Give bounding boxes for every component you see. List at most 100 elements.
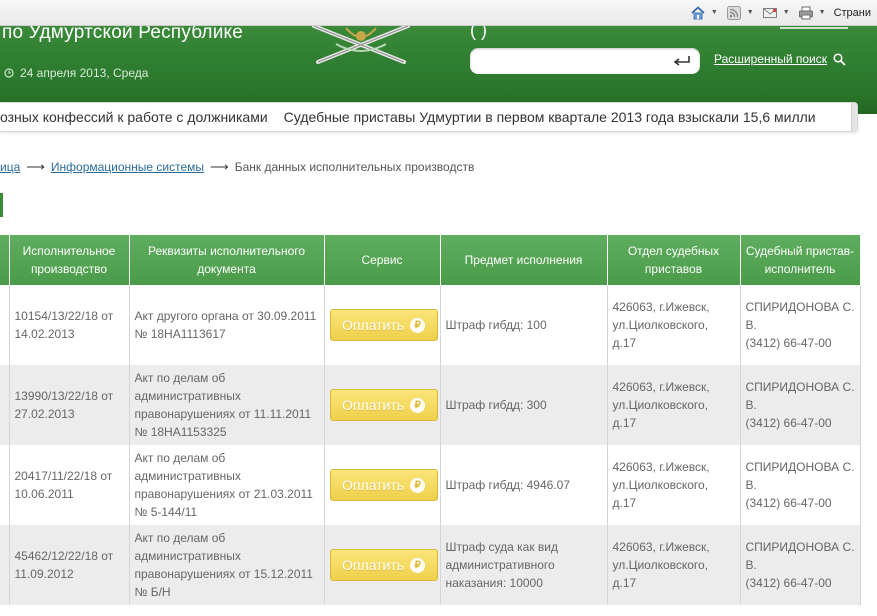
bailiff-phone: (3412) 66-47-00	[745, 416, 832, 430]
pay-button-label: Оплатить	[341, 557, 405, 573]
case-number-cell: 13990/13/22/18 от 27.02.2013	[9, 365, 130, 445]
breadcrumb-current: Банк данных исполнительных производств	[234, 160, 475, 174]
service-cell: Оплатить ₽	[324, 525, 441, 605]
search-box	[470, 48, 700, 74]
service-cell: Оплатить ₽	[324, 285, 441, 365]
magnifier-icon[interactable]	[833, 52, 846, 66]
emblem-crossed-swords-icon	[312, 26, 410, 64]
site-title: по Удмуртской Республике	[2, 26, 244, 43]
department-cell: 426063, г.Ижевск, ул.Циолковского, д.17	[607, 365, 741, 445]
ticker-news-item[interactable]: Судебные приставы Удмуртии в первом квар…	[284, 109, 816, 125]
breadcrumb: ица ⟶ Информационные системы ⟶ Банк данн…	[0, 159, 474, 175]
home-button[interactable]	[690, 5, 706, 20]
document-cell: Акт другого органа от 30.09.2011 № 18НА1…	[129, 285, 325, 365]
feeds-dropdown-icon[interactable]: ▼	[747, 9, 754, 16]
bailiff-phone: (3412) 66-47-00	[745, 336, 832, 350]
row-edge-cell	[0, 525, 10, 605]
current-date: 24 апреля 2013, Среда	[4, 66, 148, 80]
ticker-news-item[interactable]: озных конфессий к работе с должниками	[0, 109, 268, 125]
ruble-coin-icon: ₽	[410, 557, 426, 573]
department-cell: 426063, г.Ижевск, ул.Циолковского, д.17	[607, 525, 741, 605]
subject-cell: Штраф гибдд: 4946.07	[440, 445, 608, 525]
home-icon	[691, 5, 705, 19]
column-header-document: Реквизиты исполнительного документа	[129, 235, 325, 285]
pay-button-label: Оплатить	[341, 397, 405, 413]
subject-cell: Штраф гибдд: 300	[440, 365, 608, 445]
breadcrumb-home-link[interactable]: ица	[0, 160, 20, 174]
mail-button[interactable]	[762, 6, 778, 20]
service-cell: Оплатить ₽	[324, 445, 441, 525]
row-edge-cell	[0, 365, 10, 445]
bailiff-cell: СПИРИДОНОВА С. В. (3412) 66-47-00	[740, 365, 861, 445]
table-row: 13990/13/22/18 от 27.02.2013 Акт по делам…	[0, 365, 861, 445]
subject-cell: Штраф гибдд: 100	[440, 285, 608, 365]
ruble-coin-icon: ₽	[410, 317, 426, 333]
column-header-service: Сервис	[324, 235, 441, 285]
bailiff-name: СПИРИДОНОВА С. В.	[745, 540, 855, 572]
advanced-search-link[interactable]: Расширенный поиск	[714, 52, 827, 66]
table-row: 45462/12/22/18 от 11.09.2012 Акт по делам…	[0, 525, 861, 605]
pay-button-label: Оплатить	[341, 317, 405, 333]
pay-button[interactable]: Оплатить ₽	[329, 309, 438, 341]
breadcrumb-arrow-icon: ⟶	[26, 159, 45, 174]
enforcement-table: Исполнительное производство Реквизиты ис…	[0, 235, 861, 605]
bailiff-cell: СПИРИДОНОВА С. В. (3412) 66-47-00	[740, 525, 861, 605]
document-cell: Акт по делам об административных правона…	[129, 525, 325, 605]
site-header: по Удмуртской Республике 24 апреля 2013,…	[0, 26, 877, 114]
column-header-subject: Предмет исполнения	[440, 235, 608, 285]
page-menu-label: Страни	[833, 6, 871, 19]
bailiff-name: СПИРИДОНОВА С. В.	[745, 300, 855, 332]
pay-button[interactable]: Оплатить ₽	[329, 389, 438, 421]
header-top-line	[780, 27, 848, 29]
date-text: 24 апреля 2013, Среда	[20, 66, 149, 80]
search-input[interactable]	[470, 48, 660, 74]
pay-button[interactable]: Оплатить ₽	[329, 469, 438, 501]
case-number-cell: 20417/11/22/18 от 10.06.2011	[9, 445, 130, 525]
subject-cell: Штраф суда как вид административного нак…	[440, 525, 608, 605]
table-row: 20417/11/22/18 от 10.06.2011 Акт по делам…	[0, 445, 861, 525]
bailiff-phone: (3412) 66-47-00	[745, 576, 832, 590]
printer-icon	[798, 6, 813, 19]
column-header-case: Исполнительное производство	[9, 235, 130, 285]
bailiff-cell: СПИРИДОНОВА С. В. (3412) 66-47-00	[740, 285, 861, 365]
breadcrumb-systems-link[interactable]: Информационные системы	[51, 160, 204, 174]
department-cell: 426063, г.Ижевск, ул.Циолковского, д.17	[607, 285, 741, 365]
bailiff-cell: СПИРИДОНОВА С. В. (3412) 66-47-00	[740, 445, 861, 525]
page-menu-button[interactable]: Страни	[834, 7, 871, 19]
news-ticker: озных конфессий к работе с должниками Суд…	[0, 102, 858, 132]
column-header	[0, 235, 10, 285]
mail-icon	[762, 7, 777, 18]
news-ticker-items: озных конфессий к работе с должниками Суд…	[0, 109, 816, 125]
column-header-department: Отдел судебных приставов	[607, 235, 741, 285]
mail-dropdown-icon[interactable]: ▼	[783, 9, 790, 16]
print-dropdown-icon[interactable]: ▼	[819, 9, 826, 16]
bailiff-name: СПИРИДОНОВА С. В.	[745, 460, 855, 492]
rss-feed-icon	[726, 5, 741, 20]
breadcrumb-arrow-icon: ⟶	[210, 159, 229, 174]
pay-button-label: Оплатить	[341, 477, 405, 493]
advanced-search: Расширенный поиск	[714, 52, 846, 66]
table-row: 10154/13/22/18 от 14.02.2013 Акт другого …	[0, 285, 861, 365]
pay-button[interactable]: Оплатить ₽	[329, 549, 438, 581]
ruble-coin-icon: ₽	[410, 477, 426, 493]
case-number-cell: 45462/12/22/18 от 11.09.2012	[9, 525, 130, 605]
home-dropdown-icon[interactable]: ▼	[711, 9, 718, 16]
bailiff-name: СПИРИДОНОВА С. В.	[745, 380, 855, 412]
service-cell: Оплатить ₽	[324, 365, 441, 445]
enter-arrow-icon[interactable]	[672, 54, 692, 68]
case-number-cell: 10154/13/22/18 от 14.02.2013	[9, 285, 130, 365]
document-cell: Акт по делам об административных правона…	[129, 445, 325, 525]
browser-toolbar: ▼ ▼ ▼ ▼ Страни	[0, 0, 877, 26]
feeds-button[interactable]	[726, 5, 742, 20]
section-marker	[0, 193, 3, 217]
print-button[interactable]	[798, 6, 814, 20]
table-header-row: Исполнительное производство Реквизиты ис…	[0, 235, 861, 285]
department-cell: 426063, г.Ижевск, ул.Циолковского, д.17	[607, 445, 741, 525]
bailiff-phone: (3412) 66-47-00	[745, 496, 832, 510]
clock-icon	[4, 68, 14, 78]
ruble-coin-icon: ₽	[410, 397, 426, 413]
column-header-bailiff: Судебный пристав-исполнитель	[740, 235, 861, 285]
ticker-scrollbar[interactable]	[851, 103, 857, 131]
document-cell: Акт по делам об административных правона…	[129, 365, 325, 445]
row-edge-cell	[0, 445, 10, 525]
